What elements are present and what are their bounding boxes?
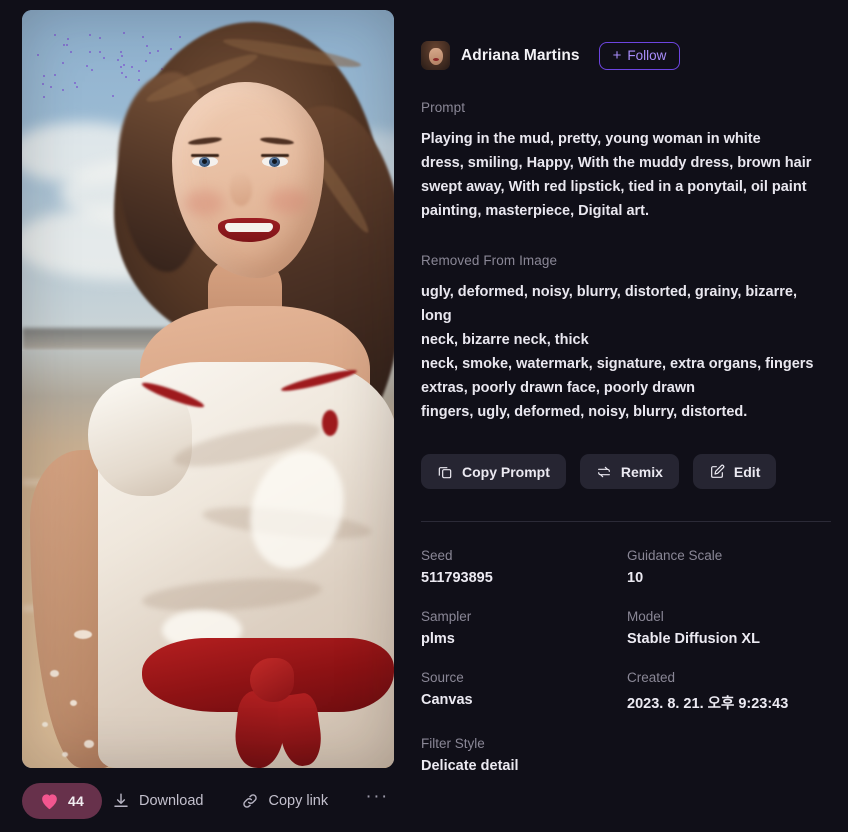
- metadata-item-seed: Seed 511793895: [421, 548, 627, 586]
- blush: [268, 188, 308, 214]
- negative-prompt-line: extras, poorly drawn face, poorly drawn: [421, 380, 695, 396]
- metadata-value: Canvas: [421, 692, 473, 708]
- blush: [184, 190, 224, 216]
- metadata-label: Source: [421, 670, 464, 685]
- metadata-item-created: Created 2023. 8. 21. 오후 9:23:43: [627, 670, 831, 713]
- teeth: [225, 223, 273, 232]
- prompt-line: Playing in the mud, pretty, young woman …: [421, 131, 761, 147]
- author-row: Adriana Martins + Follow: [421, 41, 831, 70]
- artwork-image[interactable]: [22, 10, 394, 768]
- edit-label: Edit: [733, 463, 761, 480]
- metadata-label: Filter Style: [421, 736, 485, 751]
- edit-button[interactable]: Edit: [692, 454, 777, 489]
- eye: [262, 156, 288, 167]
- download-icon: [112, 792, 130, 810]
- negative-prompt-line: neck, bizarre neck, thick: [421, 332, 589, 348]
- metadata-label: Created: [627, 670, 676, 685]
- heart-icon: [40, 793, 59, 810]
- copy-icon: [437, 464, 453, 480]
- bottom-action-bar: 44 Download Copy link ···: [22, 783, 394, 819]
- negative-prompt-line: ugly, deformed, noisy, blurry, distorted…: [421, 284, 797, 324]
- mud-splash: [50, 670, 59, 677]
- metadata-item-model: Model Stable Diffusion XL: [627, 609, 831, 647]
- mud-splash: [74, 630, 92, 639]
- negative-prompt-section: Removed From Image ugly, deformed, noisy…: [421, 253, 831, 424]
- negative-prompt-text: ugly, deformed, noisy, blurry, distorted…: [421, 280, 821, 424]
- metadata-value: Delicate detail: [421, 758, 519, 774]
- plus-icon: +: [612, 46, 622, 64]
- section-divider: [421, 521, 831, 522]
- edit-pencil-icon: [709, 464, 725, 480]
- prompt-line: painting, masterpiece, Digital art.: [421, 203, 650, 219]
- negative-prompt-label: Removed From Image: [421, 253, 558, 268]
- red-trim: [322, 410, 338, 436]
- detail-panel: Adriana Martins + Follow Prompt Playing …: [421, 10, 831, 774]
- like-button[interactable]: 44: [22, 783, 102, 819]
- eyelash: [261, 154, 289, 157]
- remix-icon: [596, 464, 612, 480]
- metadata-label: Sampler: [421, 609, 472, 624]
- sash-knot: [250, 658, 294, 702]
- artwork-column: [22, 10, 394, 768]
- copy-prompt-label: Copy Prompt: [462, 463, 550, 480]
- nose: [230, 172, 252, 206]
- prompt-text: Playing in the mud, pretty, young woman …: [421, 127, 821, 223]
- mud-splash: [70, 700, 77, 706]
- metadata-value: 511793895: [421, 570, 493, 586]
- metadata-label: Model: [627, 609, 664, 624]
- follow-button[interactable]: + Follow: [598, 41, 681, 70]
- metadata-value: 2023. 8. 21. 오후 9:23:43: [627, 696, 789, 712]
- ellipsis-icon[interactable]: ···: [360, 783, 394, 819]
- mud-splash: [42, 722, 48, 727]
- metadata-item-source: Source Canvas: [421, 670, 627, 713]
- mud-splash: [84, 740, 94, 748]
- eye: [192, 156, 218, 167]
- metadata-grid: Seed 511793895 Guidance Scale 10 Sampler…: [421, 548, 831, 774]
- link-chain-icon: [241, 792, 259, 810]
- metadata-label: Guidance Scale: [627, 548, 723, 563]
- negative-prompt-line: fingers, ugly, deformed, noisy, blurry, …: [421, 404, 748, 420]
- metadata-item-filter-style: Filter Style Delicate detail: [421, 736, 627, 774]
- metadata-value: Stable Diffusion XL: [627, 631, 760, 647]
- like-count: 44: [68, 793, 84, 809]
- negative-prompt-line: neck, smoke, watermark, signature, extra…: [421, 356, 814, 372]
- prompt-line: swept away, With red lipstick, tied in a…: [421, 179, 807, 195]
- download-button[interactable]: Download: [102, 783, 214, 819]
- metadata-label: Seed: [421, 548, 453, 563]
- copy-link-button[interactable]: Copy link: [231, 783, 338, 819]
- avatar[interactable]: [421, 41, 450, 70]
- metadata-value: plms: [421, 631, 455, 647]
- follow-label: Follow: [627, 48, 667, 63]
- prompt-label: Prompt: [421, 100, 466, 115]
- author-name[interactable]: Adriana Martins: [461, 47, 580, 65]
- metadata-value: 10: [627, 570, 644, 586]
- mud-splash: [62, 752, 68, 757]
- metadata-item-sampler: Sampler plms: [421, 609, 627, 647]
- metadata-item-guidance-scale: Guidance Scale 10: [627, 548, 831, 586]
- copy-prompt-button[interactable]: Copy Prompt: [421, 454, 566, 489]
- metadata-item-empty: [627, 736, 831, 774]
- prompt-line: dress, smiling, Happy, With the muddy dr…: [421, 155, 812, 171]
- download-label: Download: [138, 793, 204, 809]
- remix-label: Remix: [620, 463, 663, 480]
- artwork-detail-page: 44 Download Copy link ··· Adriana Martin…: [0, 0, 848, 832]
- remix-button[interactable]: Remix: [579, 454, 679, 489]
- prompt-actions: Copy Prompt Remix Edit: [421, 454, 831, 489]
- eyelash: [191, 154, 219, 157]
- prompt-section: Prompt Playing in the mud, pretty, young…: [421, 100, 831, 223]
- copy-link-label: Copy link: [268, 793, 329, 809]
